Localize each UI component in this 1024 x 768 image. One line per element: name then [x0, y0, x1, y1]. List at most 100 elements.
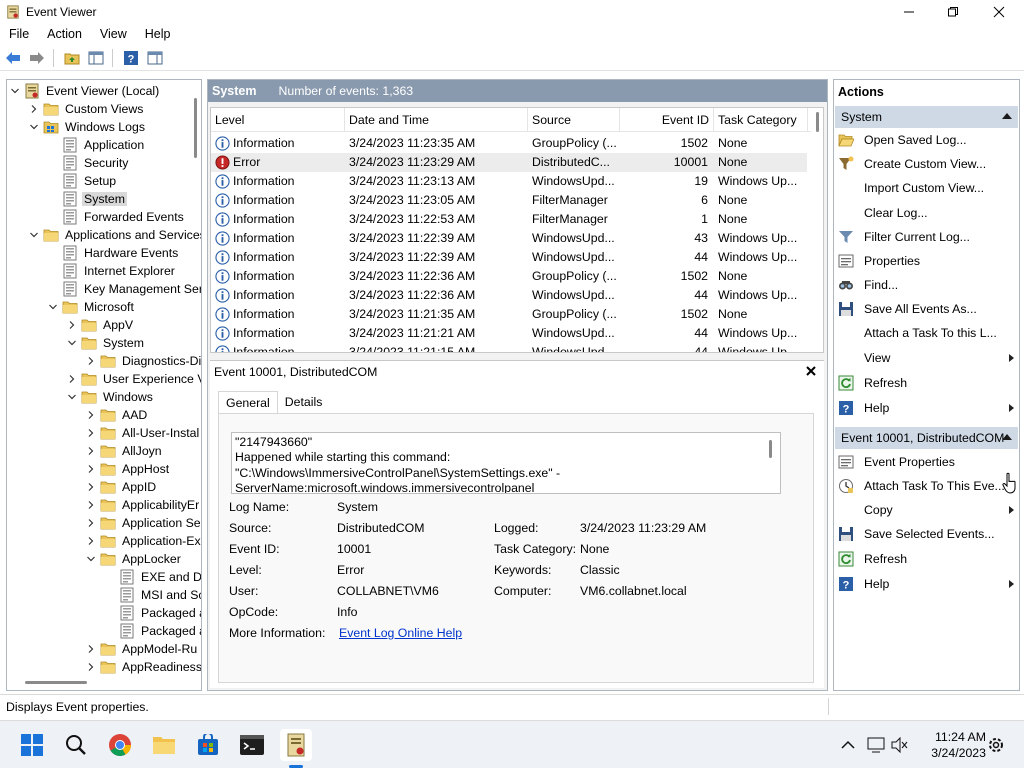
tree-node[interactable]: Windows Logs: [28, 118, 147, 136]
action-item[interactable]: Refresh: [838, 548, 1016, 570]
detail-close-button[interactable]: [806, 363, 816, 380]
event-log-online-help-link[interactable]: Event Log Online Help: [339, 626, 462, 640]
tree-node[interactable]: Application: [47, 136, 146, 154]
event-row[interactable]: Information 3/24/2023 11:21:21 AM WindowsU…: [211, 324, 807, 343]
tab-general[interactable]: General: [218, 391, 278, 413]
tree-expander[interactable]: [85, 427, 97, 439]
tree-expander[interactable]: [28, 121, 40, 133]
file-explorer-taskbar-button[interactable]: [148, 729, 180, 761]
action-item[interactable]: Save Selected Events...: [838, 523, 1016, 545]
volume-button[interactable]: [890, 735, 910, 755]
tree-node[interactable]: All-User-Instal: [85, 424, 201, 442]
tree-expander[interactable]: [85, 355, 97, 367]
tree-node[interactable]: Applications and Services Logs: [28, 226, 201, 244]
chrome-taskbar-button[interactable]: [104, 729, 136, 761]
action-item[interactable]: Filter Current Log...: [838, 226, 1016, 248]
action-item[interactable]: Attach Task To This Eve...: [838, 475, 1016, 497]
tree-expander[interactable]: [9, 85, 21, 97]
tree-node[interactable]: Event Viewer (Local): [9, 82, 161, 100]
up-one-level-button[interactable]: [61, 47, 83, 69]
event-row[interactable]: Information 3/24/2023 11:22:39 AM WindowsU…: [211, 229, 807, 248]
grid-scrollbar[interactable]: [816, 112, 819, 132]
action-item[interactable]: Properties: [838, 250, 1016, 272]
tree-node[interactable]: Windows: [66, 388, 155, 406]
tree-expander[interactable]: [85, 445, 97, 457]
tree-expander[interactable]: [66, 337, 78, 349]
tree-node[interactable]: Custom Views: [28, 100, 145, 118]
event-row[interactable]: Information 3/24/2023 11:22:36 AM WindowsU…: [211, 286, 807, 305]
action-item[interactable]: Find...: [838, 274, 1016, 296]
terminal-taskbar-button[interactable]: [236, 729, 268, 761]
taskbar-clock[interactable]: 11:24 AM 3/24/2023: [918, 729, 986, 761]
forward-button[interactable]: [26, 47, 48, 69]
tree-node[interactable]: User Experience Vi: [66, 370, 201, 388]
action-item[interactable]: Clear Log...: [838, 202, 1016, 224]
tree-node[interactable]: AppID: [85, 478, 158, 496]
tree-horizontal-scrollbar[interactable]: [25, 681, 87, 684]
tree-node[interactable]: Microsoft: [47, 298, 136, 316]
tree-node[interactable]: AppHost: [85, 460, 171, 478]
microsoft-store-taskbar-button[interactable]: [192, 729, 224, 761]
column-date-time[interactable]: Date and Time: [345, 108, 528, 132]
action-item[interactable]: ? Help: [838, 397, 1016, 419]
show-hide-action-pane-button[interactable]: [144, 47, 166, 69]
search-button[interactable]: [60, 729, 92, 761]
back-button[interactable]: [2, 47, 24, 69]
tree-expander[interactable]: [28, 103, 40, 115]
tree-node[interactable]: ApplicabilityEr: [85, 496, 201, 514]
action-item[interactable]: Copy: [838, 499, 1016, 521]
tree-expander[interactable]: [28, 229, 40, 241]
tray-app-icon-button[interactable]: [866, 735, 886, 755]
tree-node[interactable]: Application-Ex: [85, 532, 201, 550]
tree-node[interactable]: Setup: [47, 172, 118, 190]
column-source[interactable]: Source: [528, 108, 620, 132]
show-hide-console-tree-button[interactable]: [85, 47, 107, 69]
event-row[interactable]: Information 3/24/2023 11:21:15 AM WindowsU…: [211, 343, 807, 352]
tree-expander[interactable]: [85, 643, 97, 655]
tree-expander[interactable]: [85, 517, 97, 529]
tree-expander[interactable]: [66, 391, 78, 403]
tree-node[interactable]: AppV: [66, 316, 135, 334]
tree-expander[interactable]: [85, 481, 97, 493]
menu-action[interactable]: Action: [38, 27, 91, 41]
tab-details[interactable]: Details: [278, 391, 330, 413]
tree-expander[interactable]: [85, 409, 97, 421]
help-button[interactable]: ?: [120, 47, 142, 69]
event-row[interactable]: Information 3/24/2023 11:22:39 AM WindowsU…: [211, 248, 807, 267]
show-hidden-icons-button[interactable]: [838, 735, 858, 755]
event-row[interactable]: Information 3/24/2023 11:22:36 AM GroupPol…: [211, 267, 807, 286]
message-scrollbar[interactable]: [769, 440, 772, 458]
action-item[interactable]: Save All Events As...: [838, 298, 1016, 320]
event-row[interactable]: Information 3/24/2023 11:23:05 AM FilterMa…: [211, 191, 807, 210]
event-row[interactable]: Error 3/24/2023 11:23:29 AM DistributedC..…: [211, 153, 807, 172]
action-item[interactable]: View: [838, 347, 1016, 369]
tree-expander[interactable]: [85, 499, 97, 511]
tree-expander[interactable]: [66, 373, 78, 385]
close-button[interactable]: [976, 0, 1022, 24]
notifications-button[interactable]: [986, 735, 1006, 755]
tree-node[interactable]: EXE and DL: [104, 568, 201, 586]
minimize-button[interactable]: [886, 0, 932, 24]
column-task-category[interactable]: Task Category: [714, 108, 808, 132]
tree-node[interactable]: Packaged a: [104, 622, 201, 640]
tree-node[interactable]: AAD: [85, 406, 149, 424]
event-row[interactable]: Information 3/24/2023 11:23:13 AM WindowsU…: [211, 172, 807, 191]
start-button[interactable]: [16, 729, 48, 761]
action-item[interactable]: Attach a Task To this L...: [838, 322, 1016, 344]
column-level[interactable]: Level: [211, 108, 345, 132]
tree-expander[interactable]: [85, 553, 97, 565]
tree-node[interactable]: AppLocker: [85, 550, 183, 568]
tree-node[interactable]: AppModel-Ru: [85, 640, 199, 658]
tree-node[interactable]: MSI and Sc: [104, 586, 201, 604]
tree-node[interactable]: Diagnostics-Di: [85, 352, 201, 370]
action-item[interactable]: Refresh: [838, 372, 1016, 394]
tree-node[interactable]: AllJoyn: [85, 442, 164, 460]
tree-node[interactable]: Key Management Service: [47, 280, 201, 298]
tree-expander[interactable]: [47, 301, 59, 313]
action-item[interactable]: Open Saved Log...: [838, 129, 1016, 151]
event-row[interactable]: Information 3/24/2023 11:23:35 AM GroupPol…: [211, 134, 807, 153]
tree-expander[interactable]: [85, 661, 97, 673]
tree-expander[interactable]: [85, 463, 97, 475]
event-viewer-taskbar-button[interactable]: [280, 729, 312, 761]
menu-help[interactable]: Help: [136, 27, 180, 41]
